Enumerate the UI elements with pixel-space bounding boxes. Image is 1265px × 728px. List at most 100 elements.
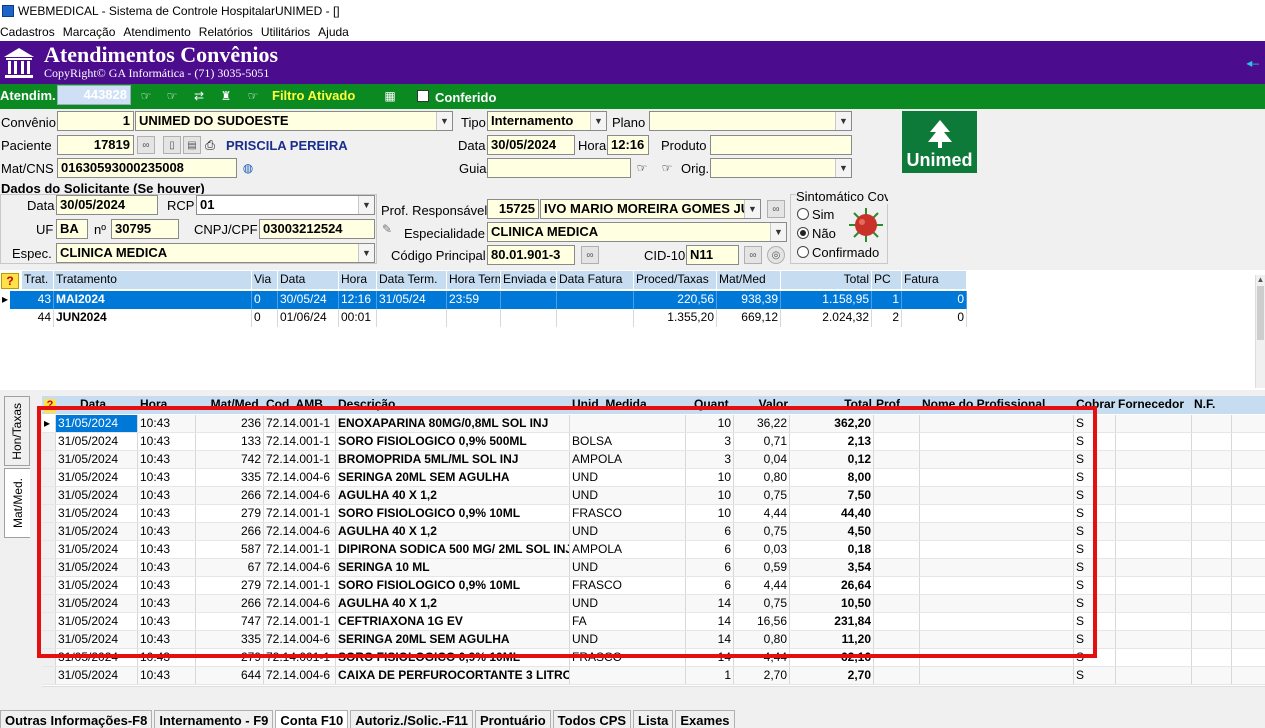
prof-select[interactable]: IVO MARIO MOREIRA GOMES JU ▼ — [540, 199, 761, 219]
transfer-icon[interactable]: ⇄ — [190, 87, 208, 105]
hora-label: Hora — [578, 138, 607, 153]
menu-atendimento[interactable]: Atendimento — [123, 25, 190, 39]
covid-nao-radio[interactable] — [797, 227, 809, 239]
menu-utilitarios[interactable]: Utilitários — [261, 25, 310, 39]
tab-hon-taxas[interactable]: Hon/Taxas — [4, 396, 30, 466]
table-row[interactable]: ▸ 43 MAI2024 0 30/05/24 12:16 31/05/24 2… — [0, 291, 967, 309]
chevron-down-icon[interactable]: ▼ — [770, 223, 786, 241]
col-pc[interactable]: PC — [872, 271, 902, 289]
tab-prontuario[interactable]: Prontuário — [474, 710, 551, 728]
binoculars-icon[interactable]: ∞ — [744, 246, 762, 264]
card-icon[interactable]: ▤ — [183, 136, 201, 154]
menu-marcacao[interactable]: Marcação — [63, 25, 116, 39]
col-nf[interactable]: N.F. — [1192, 396, 1232, 414]
binoculars-icon[interactable]: ∞ — [581, 246, 599, 264]
menu-cadastros[interactable]: Cadastros — [0, 25, 55, 39]
binoculars-icon[interactable]: ∞ — [137, 136, 155, 154]
scroll-thumb[interactable] — [1257, 286, 1264, 340]
paciente-code-field[interactable]: 17819 — [57, 135, 134, 155]
hand-pointer-icon[interactable]: ☞ — [244, 87, 262, 105]
col-fatura[interactable]: Fatura — [902, 271, 967, 289]
col-data[interactable]: Data — [278, 271, 339, 289]
tipo-select[interactable]: Internamento ▼ — [487, 111, 607, 131]
matcns-field[interactable]: 01630593000235008 — [57, 158, 237, 178]
document-icon[interactable]: ▯ — [163, 136, 181, 154]
hand-pointer-icon[interactable]: ☞ — [163, 87, 181, 105]
sol-data-field[interactable]: 30/05/2024 — [56, 195, 158, 215]
especialidade-select[interactable]: CLINICA MEDICA ▼ — [487, 222, 787, 242]
atendim-field[interactable]: 443828 — [57, 85, 131, 105]
convenio-select[interactable]: UNIMED DO SUDOESTE ▼ — [135, 111, 453, 131]
chevron-down-icon[interactable]: ▼ — [358, 244, 374, 262]
chevron-down-icon[interactable]: ▼ — [744, 200, 760, 218]
covid-sim-radio[interactable] — [797, 208, 809, 220]
plano-select[interactable]: ▼ — [649, 111, 852, 131]
chevron-down-icon[interactable]: ▼ — [590, 112, 606, 130]
chevron-down-icon[interactable]: ▼ — [358, 196, 374, 214]
col-hora-term[interactable]: Hora Term. — [447, 271, 501, 289]
hand-pointer-icon[interactable]: ☞ — [658, 159, 676, 177]
menu-relatorios[interactable]: Relatórios — [199, 25, 253, 39]
cell-descricao: CAIXA DE PERFUROCORTANTE 3 LITROS — [338, 667, 570, 684]
accounts-scrollbar[interactable]: ▲ — [1255, 275, 1265, 388]
prof-code-field[interactable]: 15725 — [487, 199, 539, 219]
tab-outras-informacoes[interactable]: Outras Informações-F8 — [0, 710, 153, 728]
col-data-term[interactable]: Data Term. — [377, 271, 447, 289]
uf-field[interactable]: BA — [56, 219, 88, 239]
tab-conta[interactable]: Conta F10 — [275, 710, 349, 728]
tab-exames[interactable]: Exames — [675, 710, 735, 728]
hand-pointer-icon[interactable]: ☞ — [633, 159, 651, 177]
scroll-up-icon[interactable]: ▲ — [1256, 275, 1265, 284]
calculator-icon[interactable]: ▦ — [383, 87, 397, 105]
produto-field[interactable] — [710, 135, 852, 155]
table-row[interactable]: 44 JUN2024 0 01/06/24 00:01 1.355,20 669… — [0, 309, 967, 327]
col-data-fatura[interactable]: Data Fatura — [557, 271, 634, 289]
data-field[interactable]: 30/05/2024 — [487, 135, 575, 155]
covid-sim-label: Sim — [812, 207, 835, 222]
col-tratamento[interactable]: Tratamento — [54, 271, 252, 289]
menu-ajuda[interactable]: Ajuda — [318, 25, 349, 39]
tab-todos-cps[interactable]: Todos CPS — [552, 710, 632, 728]
col-enviada[interactable]: Enviada em — [501, 271, 557, 289]
tab-internamento[interactable]: Internamento - F9 — [154, 710, 274, 728]
tab-lista[interactable]: Lista — [633, 710, 674, 728]
hora-field[interactable]: 12:16 — [607, 135, 649, 155]
conferido-checkbox[interactable] — [417, 90, 429, 102]
orig-select[interactable]: ▼ — [710, 158, 852, 178]
codigo-field[interactable]: 80.01.901-3 — [487, 245, 575, 265]
person-icon[interactable]: ♜ — [217, 87, 235, 105]
binoculars-icon[interactable]: ∞ — [767, 200, 785, 218]
rcp-select[interactable]: 01 ▼ — [196, 195, 375, 215]
convenio-code-field[interactable]: 1 — [57, 111, 134, 131]
n-field[interactable]: 30795 — [111, 219, 179, 239]
items-scrollbar[interactable] — [42, 686, 1265, 703]
tab-mat-med[interactable]: Mat/Med. — [4, 468, 30, 538]
arrow-left-icon[interactable]: ◂– — [1246, 56, 1259, 70]
cell-fatura: 0 — [902, 309, 967, 327]
hand-pointer-icon[interactable]: ☞ — [137, 87, 155, 105]
settings-icon[interactable]: ◎ — [767, 246, 785, 264]
col-matmed[interactable]: Mat/Med — [717, 271, 781, 289]
col-proced[interactable]: Proced/Taxas — [634, 271, 717, 289]
help-icon[interactable]: ? — [1, 273, 19, 289]
chevron-down-icon[interactable]: ▼ — [835, 159, 851, 177]
col-hora[interactable]: Hora — [339, 271, 377, 289]
col-via[interactable]: Via — [252, 271, 278, 289]
col-total[interactable]: Total — [781, 271, 872, 289]
chevron-down-icon[interactable]: ▼ — [835, 112, 851, 130]
pencil-icon[interactable]: ✎ — [379, 221, 395, 237]
covid-confirmado-radio[interactable] — [797, 246, 809, 258]
tab-autoriz-solic[interactable]: Autoriz./Solic.-F11 — [350, 710, 473, 728]
espec-select[interactable]: CLINICA MEDICA ▼ — [56, 243, 375, 263]
globe-icon[interactable]: ◍ — [239, 158, 257, 178]
col-fornecedor[interactable]: Fornecedor — [1116, 396, 1192, 414]
col-trat[interactable]: Trat. — [22, 271, 54, 289]
chevron-down-icon[interactable]: ▼ — [436, 112, 452, 130]
cid-field[interactable]: N11 — [686, 245, 739, 265]
printer-icon[interactable]: ⎙ — [201, 136, 219, 154]
guia-field[interactable] — [487, 158, 631, 178]
cnpj-field[interactable]: 03003212524 — [259, 219, 375, 239]
rcp-label: RCP — [167, 198, 195, 213]
row-indicator-icon: ▸ — [0, 291, 10, 309]
table-row[interactable]: 31/05/2024 10:43 644 72.14.004-6 CAIXA DE PE… — [42, 667, 1265, 685]
